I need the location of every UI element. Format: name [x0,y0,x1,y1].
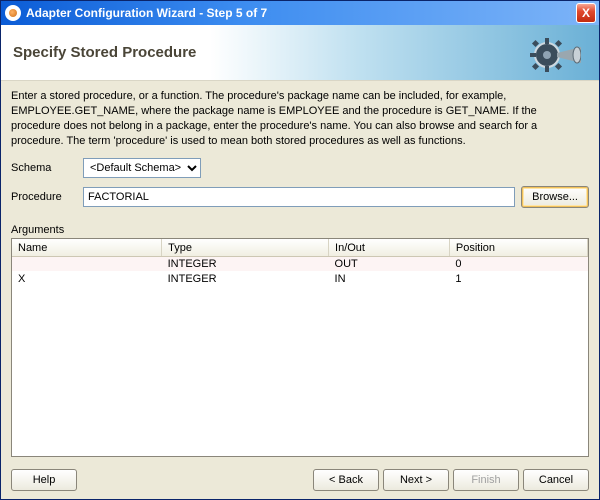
cell-type: INTEGER [162,256,329,271]
cell-inout: OUT [329,256,450,271]
cell-name: X [12,271,162,286]
back-button[interactable]: < Back [313,469,379,491]
cancel-button[interactable]: Cancel [523,469,589,491]
instructions-text: Enter a stored procedure, or a function.… [11,89,589,148]
wizard-window: Adapter Configuration Wizard - Step 5 of… [0,0,600,500]
cell-position: 1 [449,271,587,286]
col-inout[interactable]: In/Out [329,239,450,256]
help-button[interactable]: Help [11,469,77,491]
finish-button: Finish [453,469,519,491]
table-row[interactable]: X INTEGER IN 1 [12,271,588,286]
browse-button[interactable]: Browse... [521,186,589,208]
schema-row: Schema <Default Schema> [11,158,589,178]
arguments-label: Arguments [11,224,589,236]
wizard-footer: Help < Back Next > Finish Cancel [1,463,599,499]
close-icon: X [582,6,590,20]
wizard-content: Enter a stored procedure, or a function.… [1,81,599,463]
wizard-banner: Specify Stored Procedure [1,25,599,81]
gear-icon [527,35,581,75]
cell-position: 0 [449,256,587,271]
next-button[interactable]: Next > [383,469,449,491]
table-row[interactable]: INTEGER OUT 0 [12,256,588,271]
arguments-table-container: Name Type In/Out Position INTEGER OUT 0 … [11,238,589,457]
cell-name [12,256,162,271]
window-title: Adapter Configuration Wizard - Step 5 of… [26,6,576,20]
procedure-input[interactable] [83,187,515,207]
app-icon [5,5,21,21]
arguments-header-row: Name Type In/Out Position [12,239,588,256]
col-type[interactable]: Type [162,239,329,256]
procedure-label: Procedure [11,191,83,203]
table-empty-area [12,286,588,456]
procedure-row: Procedure Browse... [11,186,589,208]
cell-inout: IN [329,271,450,286]
titlebar: Adapter Configuration Wizard - Step 5 of… [1,1,599,25]
page-title: Specify Stored Procedure [13,44,196,61]
schema-label: Schema [11,162,83,174]
col-name[interactable]: Name [12,239,162,256]
col-position[interactable]: Position [449,239,587,256]
close-button[interactable]: X [576,3,596,23]
arguments-table: Name Type In/Out Position INTEGER OUT 0 … [12,239,588,286]
schema-select[interactable]: <Default Schema> [83,158,201,178]
cell-type: INTEGER [162,271,329,286]
